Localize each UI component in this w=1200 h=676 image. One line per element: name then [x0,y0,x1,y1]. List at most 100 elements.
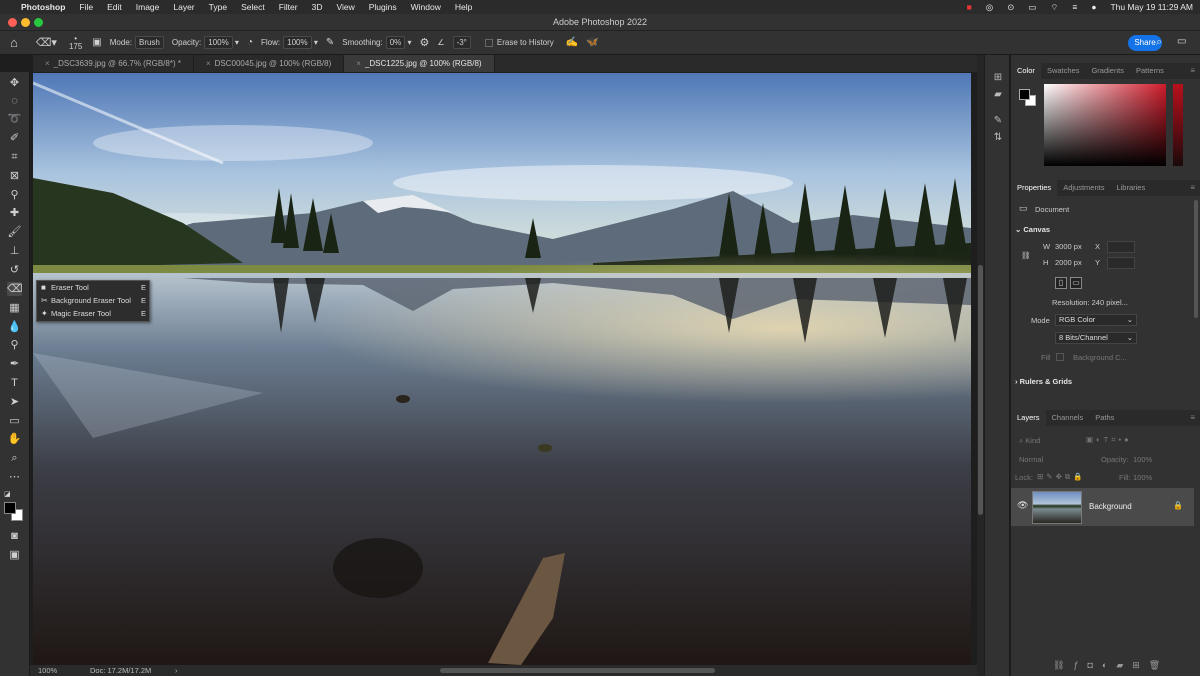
erase-history-checkbox[interactable]: Erase to History [484,38,554,47]
properties-scrollbar[interactable] [1194,200,1198,318]
tab-paths[interactable]: Paths [1089,410,1120,426]
default-colors-icon[interactable]: ◪ [4,490,11,498]
minimize-window-button[interactable] [21,18,30,27]
lasso-tool-icon[interactable]: ➰ [7,112,22,126]
tab-layers[interactable]: Layers [1011,410,1046,426]
lock-icons[interactable]: ⊞✎✥⧉🔒 [1037,472,1086,482]
close-tab-icon[interactable]: × [206,59,211,68]
vertical-scrollbar-thumb[interactable] [978,265,983,515]
healing-brush-tool-icon[interactable]: ✚ [7,206,22,220]
blur-tool-icon[interactable]: 💧 [7,320,22,334]
quick-mask-icon[interactable]: ◙ [7,529,22,543]
doc-size[interactable]: Doc: 17.2M/17.2M [90,665,151,676]
x-field[interactable] [1107,241,1135,253]
smoothing-input[interactable]: 0% [385,36,406,49]
close-window-button[interactable] [8,18,17,27]
rulers-grids-heading[interactable]: › Rulers & Grids [1015,377,1072,386]
menu-edit[interactable]: Edit [100,2,129,12]
angle-input[interactable]: -3° [452,36,471,49]
move-tool-icon[interactable]: ✥ [7,76,22,90]
menu-help[interactable]: Help [448,2,479,12]
menu-layer[interactable]: Layer [166,2,201,12]
opacity-input[interactable]: 100% [204,36,233,49]
path-selection-tool-icon[interactable]: ➤ [7,395,22,409]
menu-image[interactable]: Image [129,2,167,12]
eraser-preset-icon[interactable]: ⌫▾ [36,36,57,49]
document-canvas[interactable] [33,73,971,665]
color-picker-field[interactable] [1044,84,1166,166]
status-menu-chevron-icon[interactable]: › [175,665,178,676]
search-icon[interactable]: ⌕ [1156,36,1162,49]
rectangle-tool-icon[interactable]: ▭ [7,414,22,428]
height-value[interactable]: 2000 px [1055,258,1082,267]
menu-app[interactable]: Photoshop [14,2,72,12]
media-status-icon[interactable]: ⊙ [1000,2,1021,13]
new-layer-icon[interactable]: ⊞ [1132,660,1149,670]
pressure-size-icon[interactable]: ✍ [566,37,578,48]
layer-thumbnail[interactable] [1032,491,1082,524]
tab-dsc00045[interactable]: × DSC00045.jpg @ 100% (RGB/8) [194,55,345,72]
flyout-item-magic-eraser[interactable]: ✦ Magic Eraser Tool E [37,307,149,320]
tab-channels[interactable]: Channels [1046,410,1090,426]
brush-panel-icon[interactable]: ✎ [992,115,1004,127]
blend-mode-select[interactable]: Normal [1019,455,1043,464]
comments-panel-icon[interactable]: ▰ [992,89,1004,101]
layer-fill-value[interactable]: 100% [1133,473,1152,482]
close-tab-icon[interactable]: × [356,59,361,68]
marquee-tool-icon[interactable]: ◌ [7,94,22,108]
smoothing-dropdown-icon[interactable]: ▾ [405,38,411,47]
flow-input[interactable]: 100% [283,36,312,49]
layer-lock-icon[interactable]: 🔒 [1173,501,1183,510]
hand-tool-icon[interactable]: ✋ [7,432,22,446]
airbrush-icon[interactable]: ✎ [326,37,334,48]
menu-file[interactable]: File [72,2,100,12]
zoom-tool-icon[interactable]: ⌕ [7,451,22,465]
layer-name[interactable]: Background [1089,502,1132,511]
link-layers-icon[interactable]: ⛓ [1053,660,1073,670]
landscape-orientation-icon[interactable]: ▭ [1070,277,1082,289]
tab-dsc1225[interactable]: × _DSC1225.jpg @ 100% (RGB/8) [344,55,495,72]
battery-icon[interactable]: ▭ [1021,2,1043,13]
close-tab-icon[interactable]: × [45,59,50,68]
flyout-item-eraser[interactable]: ■ Eraser Tool E [37,281,149,294]
smoothing-options-gear-icon[interactable]: ⚙ [420,36,430,49]
fill-select[interactable]: Background C... [1073,353,1127,362]
brush-settings-icon[interactable]: ▣ [92,37,101,48]
menu-window[interactable]: Window [404,2,448,12]
quick-selection-tool-icon[interactable]: ✐ [7,131,22,145]
tab-patterns[interactable]: Patterns [1130,63,1170,79]
new-group-icon[interactable]: ▰ [1116,660,1132,670]
mode-select[interactable]: Brush [134,36,164,49]
delete-layer-icon[interactable]: 🗑 [1149,660,1169,670]
type-tool-icon[interactable]: T [7,376,22,390]
layer-opacity-value[interactable]: 100% [1133,455,1152,464]
fill-swatch[interactable] [1056,353,1064,361]
panel-menu-icon[interactable]: ≡ [1190,66,1195,75]
y-field[interactable] [1107,257,1135,269]
layer-visibility-eye-icon[interactable]: 👁 [1017,500,1028,511]
workspace-icon[interactable]: ▭ [1177,36,1186,47]
zoom-level[interactable]: 100% [38,665,57,676]
layer-filter-icons[interactable]: ▣◐T⌗▪● [1086,435,1132,445]
layer-row-background[interactable]: 👁 Background 🔒 [1011,488,1194,526]
more-tools-icon[interactable]: ⋯ [7,470,22,484]
menu-view[interactable]: View [329,2,361,12]
menu-select[interactable]: Select [234,2,272,12]
gradient-tool-icon[interactable]: ▦ [7,301,22,315]
panel-menu-icon[interactable]: ≡ [1190,183,1195,192]
wifi-icon[interactable]: ⌔ [1043,2,1065,13]
tab-adjustments[interactable]: Adjustments [1057,180,1110,196]
siri-icon[interactable]: ● [1084,2,1103,12]
flow-dropdown-icon[interactable]: ▾ [312,38,318,47]
menu-filter[interactable]: Filter [272,2,305,12]
horizontal-scrollbar[interactable] [440,668,715,673]
add-mask-icon[interactable]: ◘ [1087,660,1101,670]
adjustment-layer-icon[interactable]: ◐ [1102,660,1116,670]
portrait-orientation-icon[interactable]: ▯ [1055,277,1067,289]
screen-mode-icon[interactable]: ▣ [7,548,22,562]
menu-plugins[interactable]: Plugins [362,2,404,12]
symmetry-icon[interactable]: 🦋 [586,37,598,48]
hue-slider[interactable] [1173,84,1183,166]
tab-gradients[interactable]: Gradients [1085,63,1130,79]
canvas-heading[interactable]: ⌄ Canvas [1015,225,1050,234]
